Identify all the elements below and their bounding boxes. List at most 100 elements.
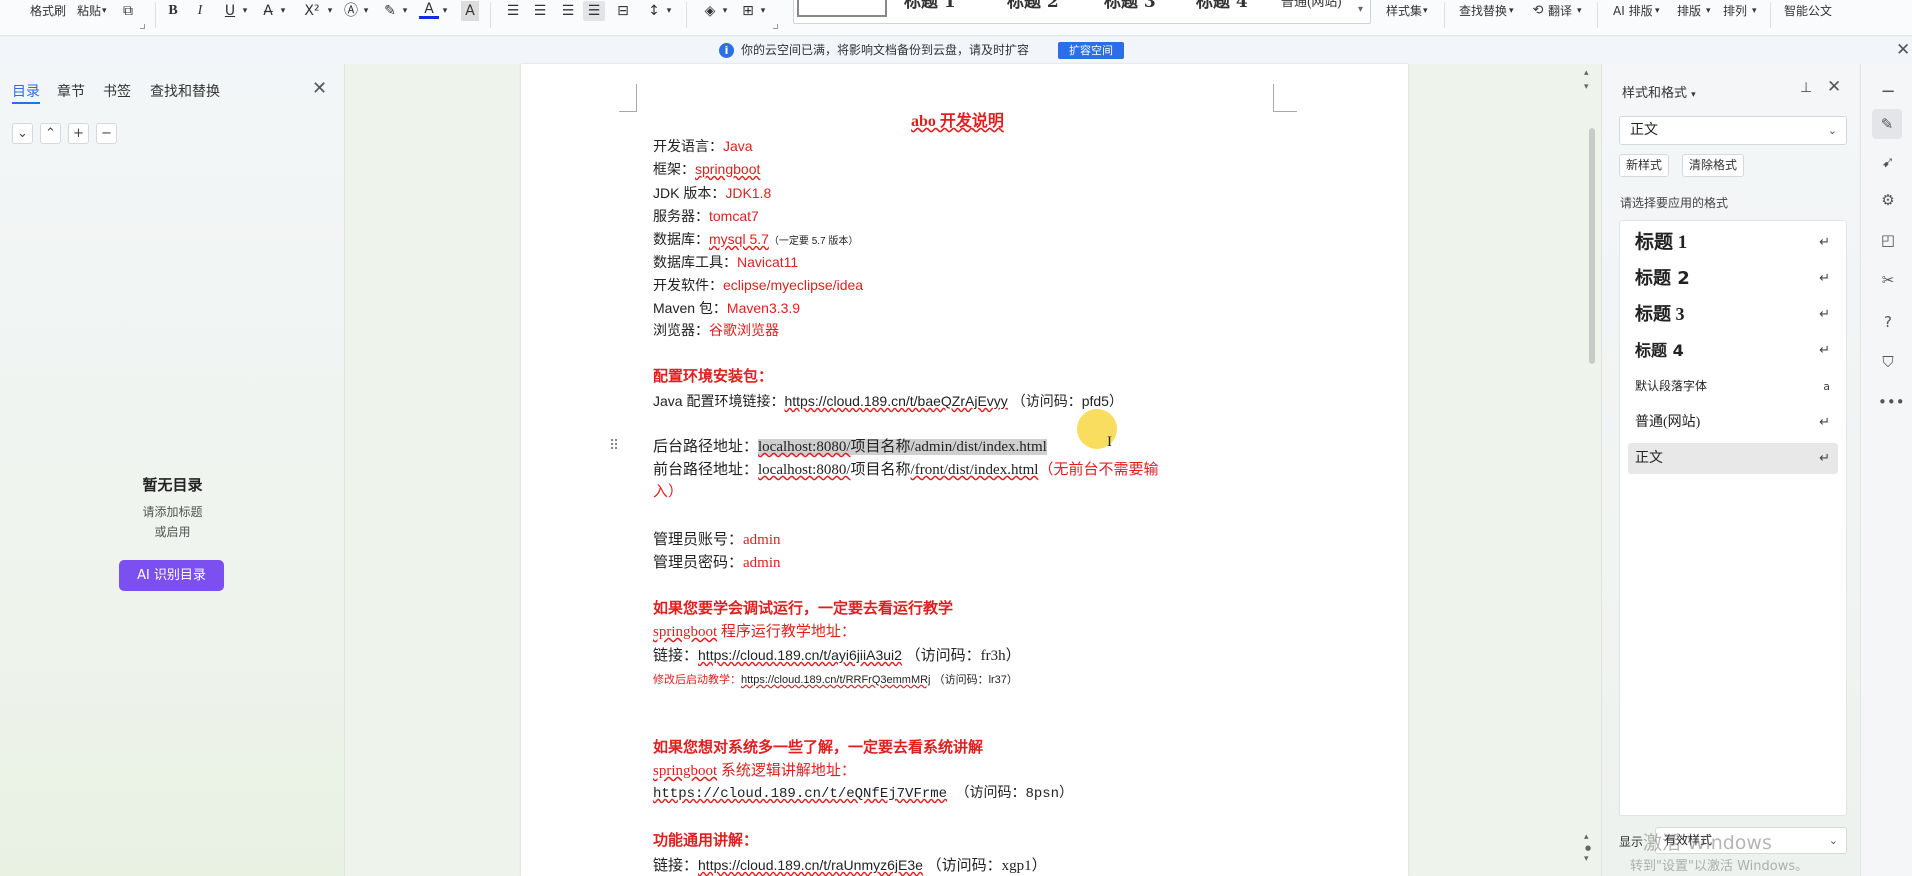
clear-format-button[interactable]: 清除格式 <box>1682 154 1745 177</box>
collapse-down-button[interactable]: ⌄ <box>12 123 33 144</box>
document-page[interactable]: abo 开发说明 开发语言：Java 框架：springboot JDK 版本：… <box>521 64 1408 876</box>
paragraph-drag-handle-icon[interactable]: ⠿ <box>609 438 619 454</box>
adjust-icon[interactable]: ⚙ <box>1878 190 1898 210</box>
style-item-body[interactable]: 正文 ↵ <box>1628 443 1838 474</box>
strikethrough-icon[interactable]: A̶ <box>258 1 278 21</box>
prev-page-icon[interactable]: ▴ <box>1584 832 1589 842</box>
chevron-down-icon[interactable]: ▾ <box>440 1 450 21</box>
close-icon[interactable]: ✕ <box>1827 77 1841 97</box>
chevron-down-icon[interactable]: ▾ <box>758 1 768 21</box>
chevron-down-icon[interactable]: ▾ <box>1509 0 1514 22</box>
help-icon[interactable]: ? <box>1878 312 1898 332</box>
next-page-icon[interactable]: ▾ <box>1584 854 1589 864</box>
style-item-default-font[interactable]: 默认段落字体 a <box>1628 371 1838 402</box>
collapse-up-button[interactable]: ⌃ <box>40 123 61 144</box>
paragraph-dialog-launcher[interactable] <box>773 24 778 29</box>
format-icon[interactable]: ◰ <box>1878 230 1898 250</box>
chevron-down-icon[interactable]: ▾ <box>325 1 335 21</box>
smart-doc-button[interactable]: 智能公文 <box>1784 0 1832 22</box>
tab-toc[interactable]: 目录 <box>12 81 40 101</box>
doc-line-admin-pwd: 管理员密码：admin <box>653 555 781 571</box>
superscript-icon[interactable]: X² <box>300 1 324 21</box>
justify-icon[interactable]: ☰ <box>583 1 605 21</box>
scroll-up-icon[interactable]: ▴ <box>1584 68 1589 78</box>
chevron-down-icon[interactable]: ▾ <box>1655 0 1660 22</box>
translate-button[interactable]: 翻译 <box>1548 0 1572 22</box>
copy-icon[interactable]: ⧉ <box>118 1 138 21</box>
style-gallery-item[interactable]: 标题 3 <box>1104 0 1156 17</box>
chevron-down-icon[interactable]: ▾ <box>240 1 250 21</box>
text-effect-icon[interactable]: Ⓐ <box>341 1 361 21</box>
style-gallery-item[interactable]: 标题 2 <box>1007 0 1059 17</box>
pin-icon[interactable]: ⊥ <box>1800 80 1812 96</box>
font-color-icon[interactable]: A <box>419 1 439 19</box>
style-item-normal-web[interactable]: 普通(网站) ↵ <box>1628 407 1838 438</box>
style-set-button[interactable]: 样式集 <box>1386 0 1422 22</box>
chevron-down-icon[interactable]: ▾ <box>720 1 730 21</box>
browse-object-icon[interactable]: ● <box>1585 844 1591 852</box>
close-icon[interactable]: ✕ <box>1896 40 1910 60</box>
chevron-down-icon[interactable]: ▾ <box>1577 0 1582 22</box>
paste-button[interactable]: 粘贴 <box>77 0 101 22</box>
align-center-icon[interactable]: ☰ <box>530 1 550 21</box>
style-gallery-item-current[interactable] <box>797 0 887 17</box>
format-painter-button[interactable]: 格式刷 <box>30 0 66 22</box>
tab-bookmarks[interactable]: 书签 <box>103 81 131 101</box>
style-gallery-item[interactable]: 标题 1 <box>904 0 956 17</box>
tools-icon[interactable]: ✂ <box>1878 270 1898 290</box>
shading-icon[interactable]: ◈ <box>700 1 720 21</box>
close-icon[interactable]: ✕ <box>312 78 327 99</box>
edit-icon[interactable]: ✎ <box>1872 109 1902 139</box>
ai-layout-button[interactable]: AI 排版 <box>1613 0 1653 22</box>
gallery-expand-icon[interactable]: ▾ <box>1358 4 1363 15</box>
bold-icon[interactable]: B <box>164 1 182 21</box>
style-gallery-item[interactable]: 普通(网站) <box>1281 0 1342 17</box>
scrollbar-thumb[interactable] <box>1589 128 1595 364</box>
scroll-up-icon[interactable]: ▾ <box>1584 82 1589 92</box>
line-spacing-icon[interactable]: ↕ <box>644 1 664 21</box>
style-gallery-item[interactable]: 标题 4 <box>1196 0 1248 17</box>
ai-detect-toc-button[interactable]: AI 识别目录 <box>119 560 224 591</box>
clipboard-dialog-launcher[interactable] <box>140 24 145 29</box>
underline-icon[interactable]: U <box>221 1 239 21</box>
remove-heading-button[interactable]: − <box>96 123 117 144</box>
separator <box>686 2 687 28</box>
chevron-down-icon[interactable]: ▾ <box>361 1 371 21</box>
add-heading-button[interactable]: + <box>68 123 89 144</box>
char-shading-icon[interactable]: A <box>461 1 479 21</box>
style-item-heading-3[interactable]: 标题 3 ↵ <box>1628 299 1838 330</box>
current-style-select[interactable]: 正文 ⌄ <box>1619 116 1847 145</box>
tab-find-replace[interactable]: 查找和替换 <box>150 81 220 101</box>
distributed-align-icon[interactable]: ⊟ <box>613 1 633 21</box>
chevron-down-icon[interactable]: ▾ <box>1706 0 1711 22</box>
paragraph-mark-icon: ↵ <box>1819 343 1830 358</box>
chevron-down-icon[interactable]: ▾ <box>102 0 107 22</box>
italic-icon[interactable]: I <box>191 1 209 21</box>
border-icon[interactable]: ⊞ <box>738 1 758 21</box>
chevron-down-icon[interactable]: ▾ <box>1423 0 1428 22</box>
tab-chapters[interactable]: 章节 <box>57 81 85 101</box>
align-right-icon[interactable]: ☰ <box>558 1 578 21</box>
styles-gallery[interactable]: 标题 1 标题 2 标题 3 标题 4 普通(网站) <box>793 0 1371 24</box>
highlight-icon[interactable]: ✎ <box>380 1 400 21</box>
translate-icon[interactable]: ⟲ <box>1530 1 1546 21</box>
styles-pane-title[interactable]: 样式和格式 ▾ <box>1622 82 1696 101</box>
expand-space-button[interactable]: 扩容空间 <box>1058 42 1124 59</box>
chevron-down-icon[interactable]: ▾ <box>278 1 288 21</box>
minus-icon[interactable]: − <box>1878 82 1898 102</box>
arrange-button[interactable]: 排列 <box>1723 0 1747 22</box>
doc-line-server: 服务器：tomcat7 <box>653 208 759 224</box>
layout-button[interactable]: 排版 <box>1677 0 1701 22</box>
new-style-button[interactable]: 新样式 <box>1619 154 1670 177</box>
chevron-down-icon[interactable]: ▾ <box>400 1 410 21</box>
find-replace-button[interactable]: 查找替换 <box>1459 0 1507 22</box>
style-item-heading-2[interactable]: 标题 2 ↵ <box>1628 263 1838 294</box>
style-item-heading-4[interactable]: 标题 4 ↵ <box>1628 335 1838 366</box>
more-icon[interactable]: ••• <box>1878 392 1905 412</box>
style-item-heading-1[interactable]: 标题 1 ↵ <box>1628 227 1838 258</box>
backup-icon[interactable]: ⛉ <box>1878 352 1898 372</box>
chevron-down-icon[interactable]: ▾ <box>664 1 674 21</box>
select-pointer-icon[interactable]: ➹ <box>1878 152 1898 172</box>
align-left-icon[interactable]: ☰ <box>503 1 523 21</box>
chevron-down-icon[interactable]: ▾ <box>1752 0 1757 22</box>
